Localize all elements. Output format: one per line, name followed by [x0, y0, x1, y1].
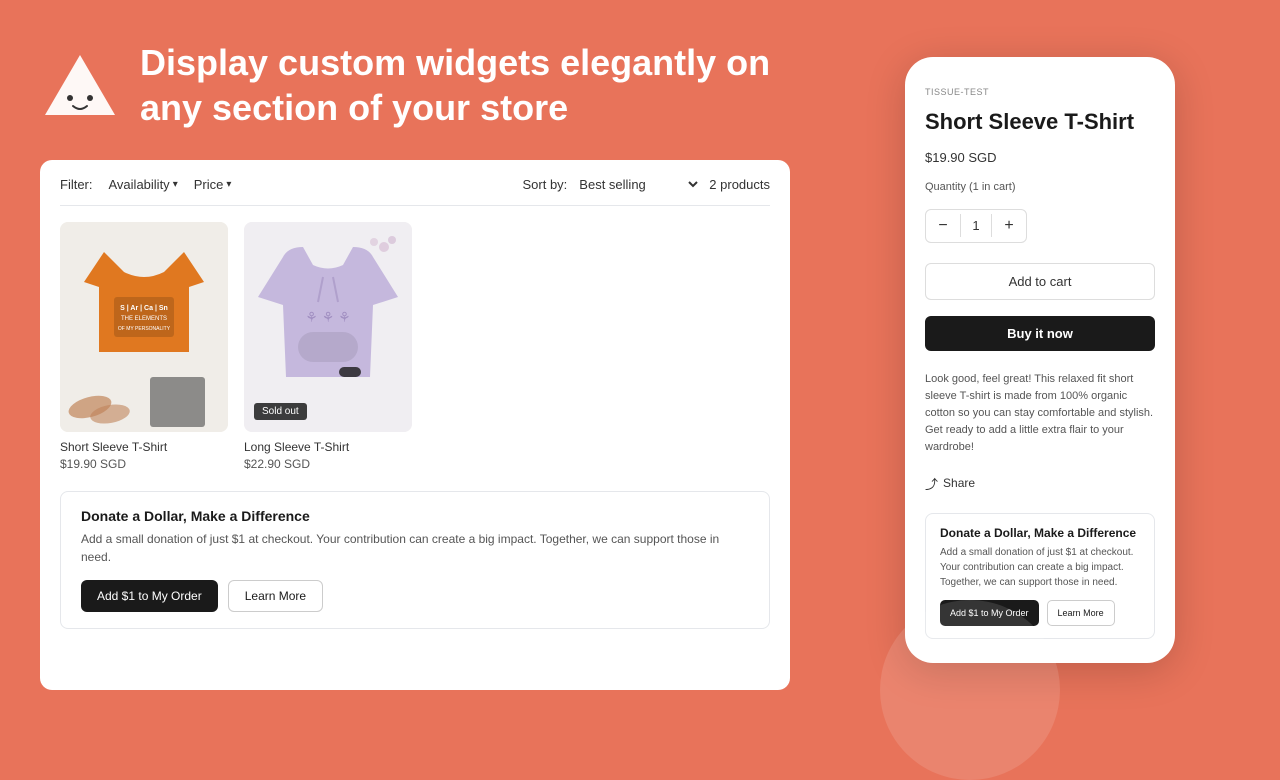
- filter-bar: Filter: Availability Price Sort by: Best…: [60, 176, 770, 206]
- learn-more-btn[interactable]: Learn More: [228, 580, 323, 612]
- qty-value: 1: [960, 214, 992, 237]
- widget-buttons: Add $1 to My Order Learn More: [81, 580, 749, 612]
- mobile-qty-control: − 1 +: [925, 209, 1027, 243]
- widget-title: Donate a Dollar, Make a Difference: [81, 508, 749, 524]
- sort-label: Sort by:: [523, 177, 568, 192]
- qty-minus-btn[interactable]: −: [926, 210, 960, 242]
- price-filter-btn[interactable]: Price: [194, 177, 232, 192]
- products-count: 2 products: [709, 177, 770, 192]
- mobile-mockup: TISSUE-TEST Short Sleeve T-Shirt $19.90 …: [905, 57, 1175, 663]
- svg-text:OF MY PERSONALITY: OF MY PERSONALITY: [118, 326, 171, 332]
- mobile-product-desc: Look good, feel great! This relaxed fit …: [925, 371, 1155, 456]
- product-name-2: Long Sleeve T-Shirt: [244, 440, 412, 454]
- sort-select[interactable]: Best selling Price: Low to High Price: H…: [575, 176, 701, 193]
- widget-box: Donate a Dollar, Make a Difference Add a…: [60, 491, 770, 629]
- store-panel: Filter: Availability Price Sort by: Best…: [40, 160, 790, 690]
- hero-area: Display custom widgets elegantly on any …: [40, 40, 790, 130]
- product-price-1: $19.90 SGD: [60, 457, 228, 471]
- decorative-circle: [880, 600, 1060, 780]
- mobile-widget-title: Donate a Dollar, Make a Difference: [940, 526, 1140, 540]
- sort-area: Sort by: Best selling Price: Low to High…: [523, 176, 771, 193]
- add-dollar-btn[interactable]: Add $1 to My Order: [81, 580, 218, 612]
- svg-text:⚘ ⚘ ⚘: ⚘ ⚘ ⚘: [305, 309, 350, 325]
- mobile-qty-label: Quantity (1 in cart): [925, 181, 1155, 193]
- right-section: TISSUE-TEST Short Sleeve T-Shirt $19.90 …: [820, 57, 1280, 663]
- product-image-1: S | Ar | Ca | Sn THE ELEMENTS OF MY PERS…: [60, 222, 228, 432]
- availability-filter-btn[interactable]: Availability: [109, 177, 178, 192]
- product-price-2: $22.90 SGD: [244, 457, 412, 471]
- mobile-add-to-cart-btn[interactable]: Add to cart: [925, 263, 1155, 300]
- logo-icon: [40, 50, 120, 120]
- products-grid: S | Ar | Ca | Sn THE ELEMENTS OF MY PERS…: [60, 222, 770, 471]
- left-section: Display custom widgets elegantly on any …: [0, 0, 820, 720]
- product-card-2[interactable]: ⚘ ⚘ ⚘ Sold out Long Sleeve T-Shirt $22.9…: [244, 222, 412, 471]
- mobile-store-label: TISSUE-TEST: [925, 87, 1155, 97]
- mobile-price: $19.90 SGD: [925, 150, 1155, 165]
- mobile-share-row[interactable]: ⤴ Share: [925, 474, 1155, 493]
- svg-text:THE ELEMENTS: THE ELEMENTS: [121, 316, 167, 322]
- mobile-widget-desc: Add a small donation of just $1 at check…: [940, 545, 1140, 590]
- product-name-1: Short Sleeve T-Shirt: [60, 440, 228, 454]
- qty-plus-btn[interactable]: +: [992, 210, 1026, 242]
- svg-text:S | Ar | Ca | Sn: S | Ar | Ca | Sn: [120, 305, 168, 312]
- share-icon: ⤴: [925, 474, 938, 493]
- mobile-learn-more-btn[interactable]: Learn More: [1047, 600, 1115, 626]
- hero-title: Display custom widgets elegantly on any …: [140, 40, 790, 130]
- product-image-2: ⚘ ⚘ ⚘ Sold out: [244, 222, 412, 432]
- widget-description: Add a small donation of just $1 at check…: [81, 530, 749, 566]
- sold-out-badge: Sold out: [254, 403, 307, 420]
- filter-label: Filter:: [60, 177, 93, 192]
- product-card-1[interactable]: S | Ar | Ca | Sn THE ELEMENTS OF MY PERS…: [60, 222, 228, 471]
- share-label: Share: [943, 476, 975, 490]
- mobile-product-title: Short Sleeve T-Shirt: [925, 109, 1155, 135]
- mobile-buy-now-btn[interactable]: Buy it now: [925, 316, 1155, 351]
